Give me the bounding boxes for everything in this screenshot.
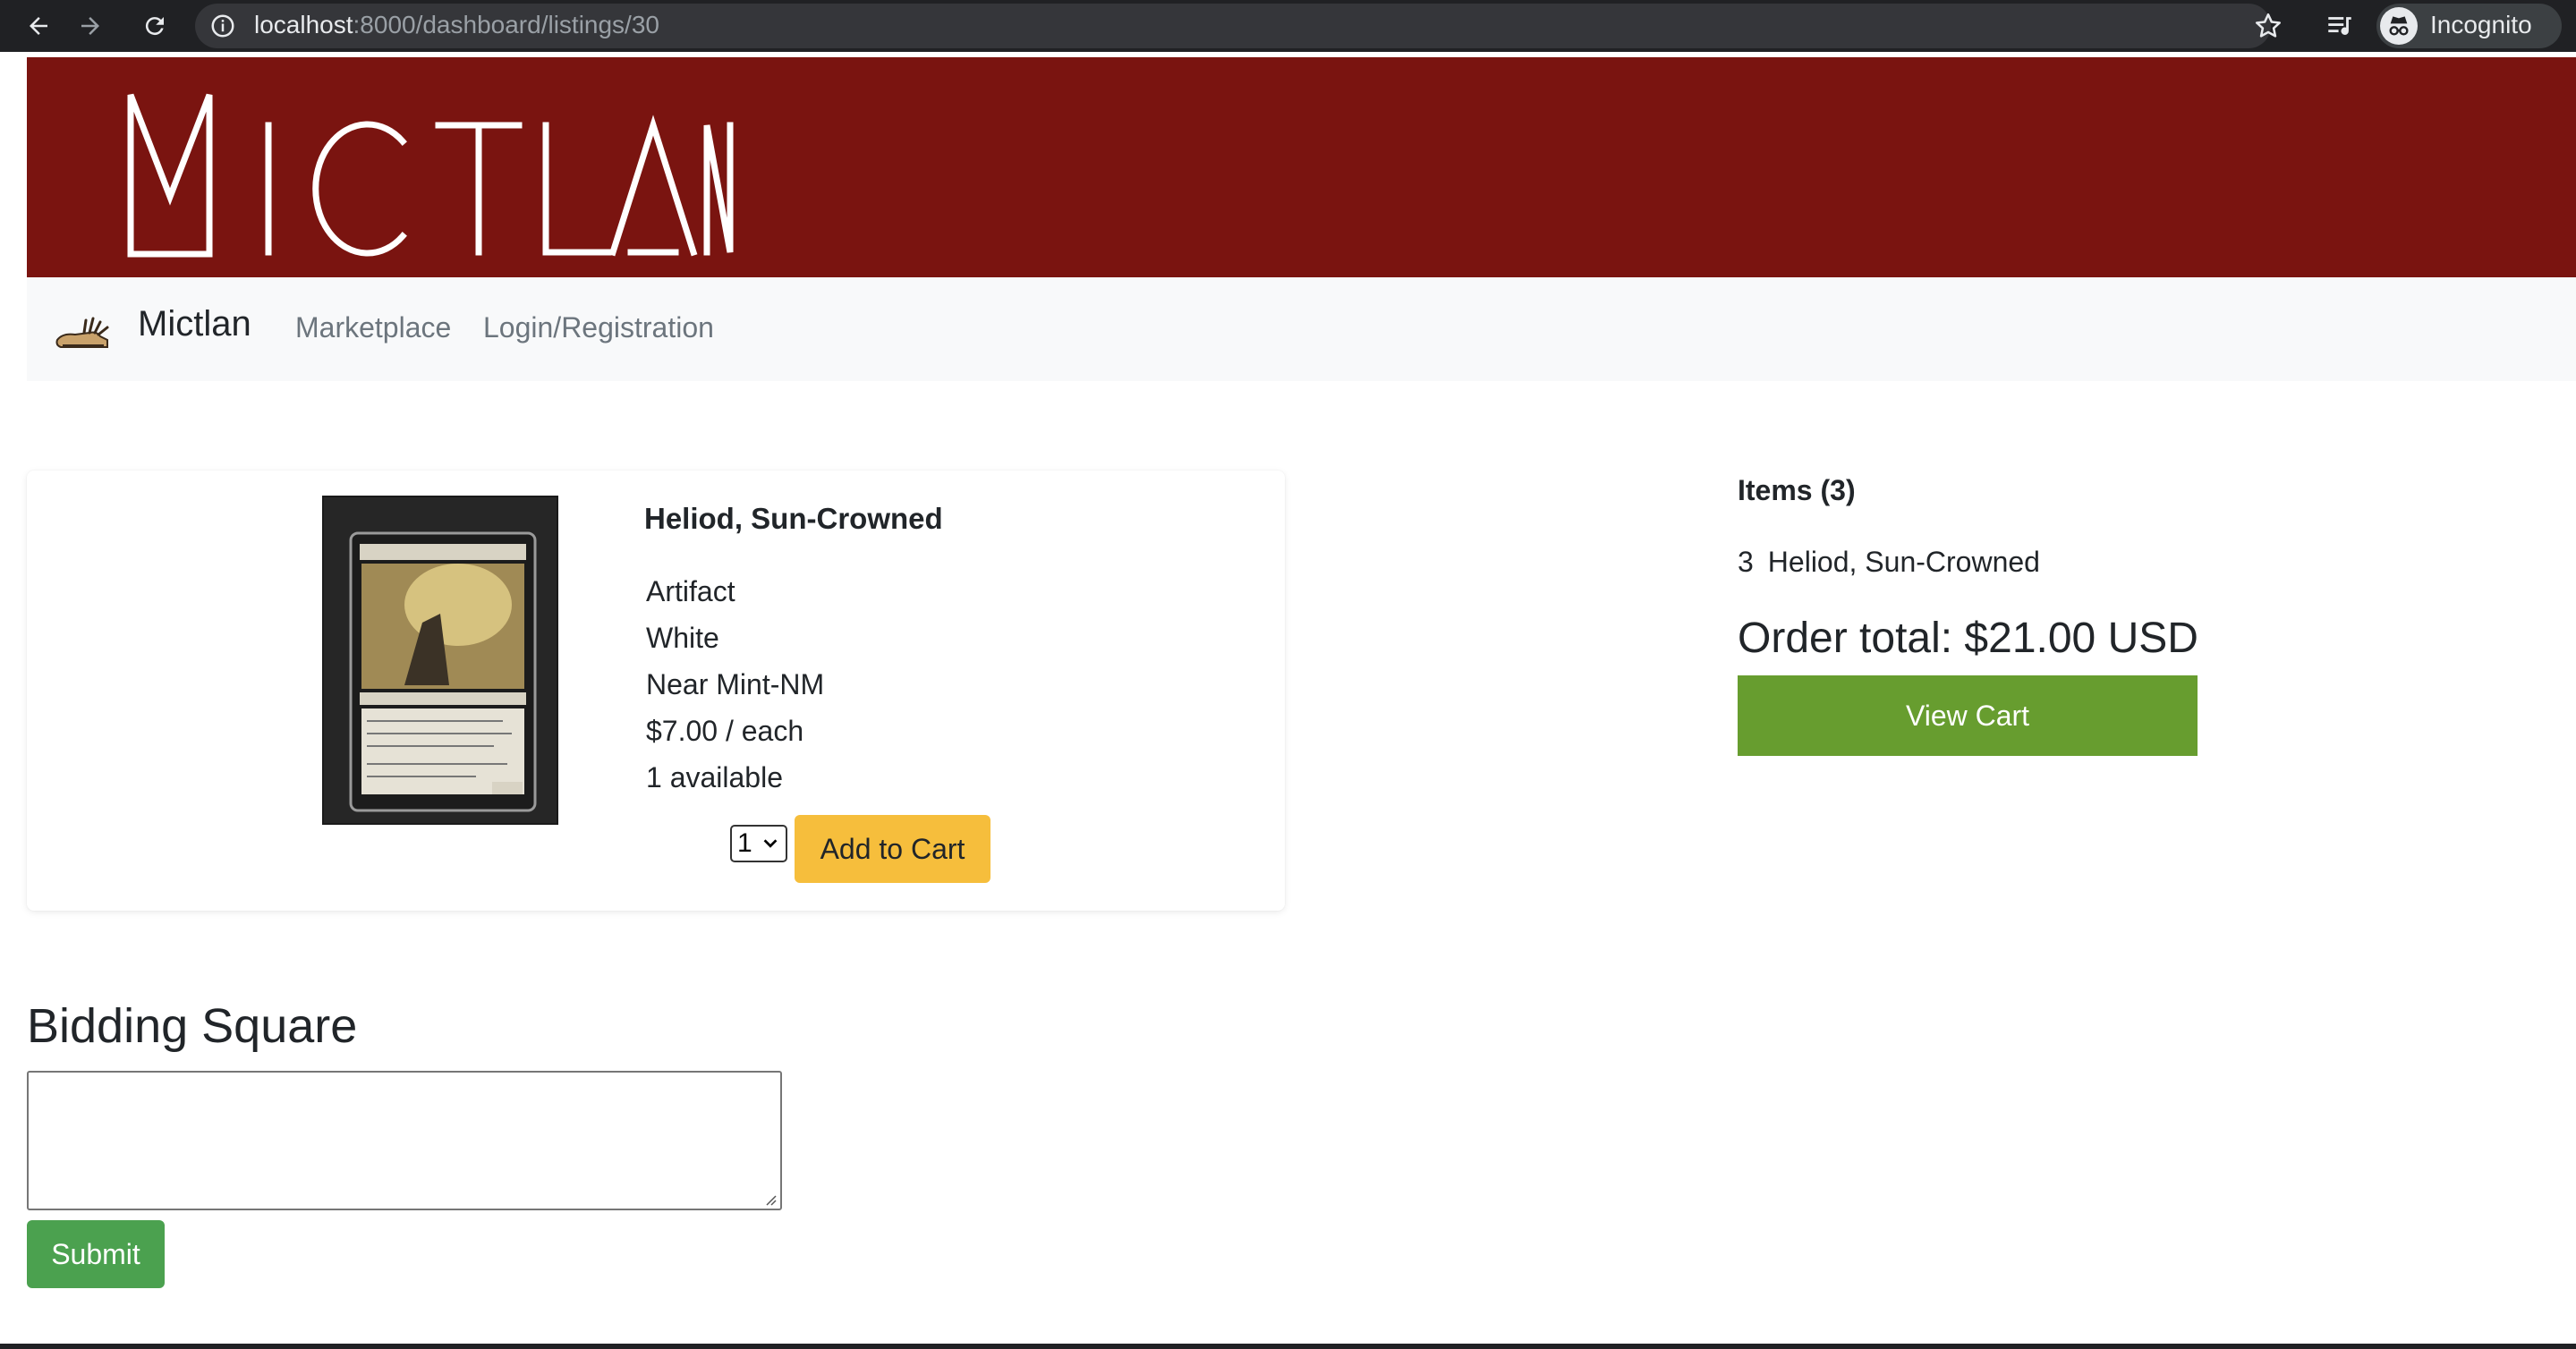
bidding-square-heading: Bidding Square — [27, 999, 358, 1053]
bid-textarea[interactable] — [27, 1071, 782, 1210]
reload-button[interactable] — [136, 7, 174, 45]
mictlan-logo[interactable] — [125, 89, 734, 259]
card-image — [322, 496, 558, 825]
reload-icon — [145, 17, 164, 36]
forward-button[interactable] — [72, 7, 109, 45]
window-bottom-edge — [0, 1344, 2576, 1349]
main-navbar: Mictlan Marketplace Login/Registration — [27, 277, 2576, 381]
brand-hand-icon[interactable] — [54, 313, 111, 352]
listing-color: White — [646, 622, 719, 654]
add-to-cart-button[interactable]: Add to Cart — [795, 815, 990, 883]
star-icon[interactable] — [2253, 11, 2283, 41]
quantity-value: 1 — [737, 828, 752, 858]
view-cart-button[interactable]: View Cart — [1738, 675, 2198, 756]
site-banner — [27, 57, 2576, 277]
brand-name[interactable]: Mictlan — [138, 304, 251, 344]
listing-price: $7.00 / each — [646, 715, 804, 747]
nav-link-login-registration[interactable]: Login/Registration — [483, 311, 714, 344]
profile-label: Incognito — [2430, 11, 2532, 38]
media-control-icon[interactable] — [2325, 11, 2355, 41]
quantity-select[interactable]: 1 — [730, 825, 787, 862]
submit-button[interactable]: Submit — [27, 1220, 165, 1288]
listing-type: Artifact — [646, 575, 735, 607]
info-icon[interactable] — [209, 13, 236, 39]
browser-toolbar: localhost:8000/dashboard/listings/30 Inc… — [0, 0, 2576, 52]
nav-link-marketplace[interactable]: Marketplace — [295, 311, 451, 344]
back-button[interactable] — [20, 7, 57, 45]
incognito-icon — [2380, 7, 2418, 45]
back-arrow-icon — [30, 17, 47, 35]
cart-line-name: Heliod, Sun-Crowned — [1767, 546, 2040, 578]
cart-line-qty: 3 — [1738, 546, 1754, 578]
resize-handle-icon[interactable] — [762, 1192, 777, 1206]
url-text[interactable]: localhost:8000/dashboard/listings/30 — [254, 11, 659, 39]
forward-arrow-icon — [81, 17, 99, 35]
listing-availability: 1 available — [646, 761, 783, 793]
cart-line-item: 3 Heliod, Sun-Crowned — [1738, 546, 2040, 579]
listing-title: Heliod, Sun-Crowned — [644, 502, 943, 535]
listing-condition: Near Mint-NM — [646, 668, 825, 700]
cart-items-heading: Items (3) — [1738, 474, 1856, 506]
order-total: Order total: $21.00 USD — [1738, 615, 2198, 662]
chevron-down-icon — [763, 839, 778, 848]
